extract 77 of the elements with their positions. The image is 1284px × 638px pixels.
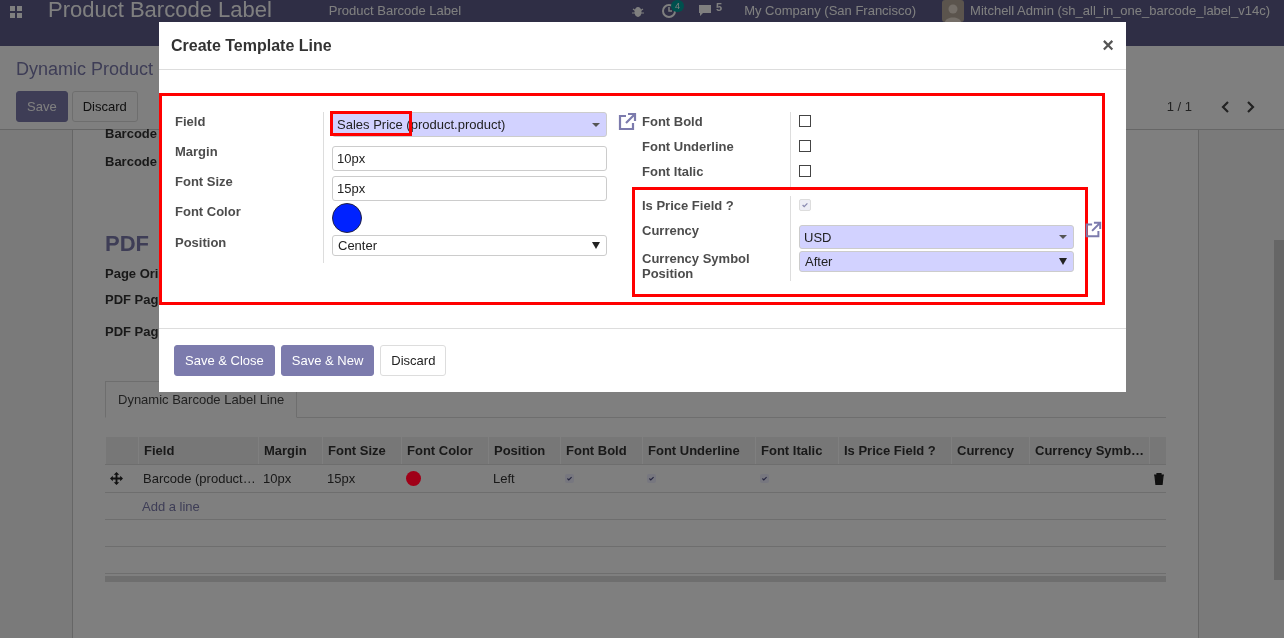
input-field[interactable]: 10px (332, 146, 607, 171)
field-label: Currency Symbol Position (642, 250, 751, 281)
save-button[interactable]: Save & Close (174, 345, 275, 376)
column-header[interactable]: Margin (258, 437, 322, 464)
chevron-right-icon[interactable] (1246, 100, 1256, 113)
table-cell-text: 15px (326, 470, 357, 488)
field-label: Font Size (175, 173, 234, 191)
avatar-icon[interactable] (942, 0, 965, 22)
user-menu[interactable]: Mitchell Admin (sh_all_in_one_barcode_label_v14c) (970, 3, 1270, 18)
field-label: Position (175, 234, 228, 252)
column-header[interactable]: Font Size (322, 437, 401, 464)
column-header[interactable]: Font Color (401, 437, 488, 464)
save-button[interactable]: Save & New (280, 345, 375, 376)
check-icon (648, 475, 655, 482)
chat-icon[interactable] (698, 4, 712, 16)
checkbox[interactable] (760, 474, 769, 483)
trash-icon[interactable] (1154, 472, 1164, 485)
table-cell-text: Left (492, 470, 516, 488)
save-button[interactable]: Save (16, 91, 68, 122)
field-label: Font Color (175, 203, 242, 221)
check-icon (801, 201, 809, 209)
column-header[interactable]: Is Price Field ? (838, 437, 951, 464)
dropdown-field[interactable]: USD (799, 225, 1074, 249)
checkbox[interactable] (799, 140, 811, 152)
caret-icon[interactable] (1059, 258, 1067, 265)
column-header[interactable]: Font Underline (642, 437, 755, 464)
checkbox[interactable] (799, 115, 811, 127)
column-header[interactable]: Font Bold (560, 437, 642, 464)
activity-count-badge: 4 (671, 0, 684, 12)
table-cell-text: 10px (262, 470, 293, 488)
drag-handle-icon[interactable] (110, 472, 123, 485)
select-field[interactable]: Center (332, 235, 607, 256)
field-label: PDF Pag (105, 324, 159, 339)
checkbox[interactable] (565, 474, 574, 483)
activity-icon[interactable] (662, 4, 676, 18)
checkbox[interactable] (647, 474, 656, 483)
external-link-icon[interactable] (617, 112, 637, 132)
field-label: Font Italic (642, 163, 705, 181)
check-icon (761, 475, 768, 482)
check-icon (566, 475, 573, 482)
breadcrumb-title: Dynamic Product (16, 58, 155, 80)
field-label: Barcode (105, 126, 158, 141)
column-header[interactable]: Position (488, 437, 560, 464)
field-label: Font Underline (642, 138, 735, 156)
field-label: PDF Pag (105, 292, 159, 307)
add-line-link[interactable]: Add a line (142, 498, 200, 514)
discard-button[interactable]: Discard (380, 345, 447, 376)
column-header[interactable]: Currency (951, 437, 1029, 464)
bug-icon[interactable] (632, 4, 644, 18)
chevron-left-icon[interactable] (1220, 100, 1230, 113)
field-label: Currency (642, 222, 701, 240)
discard-button[interactable]: Discard (71, 91, 138, 122)
select-field[interactable]: After (799, 251, 1074, 272)
field-label: Barcode (105, 154, 158, 169)
app-title: Product Barcode Label (48, 0, 272, 21)
field-label: Page Ori (105, 266, 159, 281)
table-cell-text: Barcode (product… (142, 470, 257, 488)
apps-menu-icon[interactable] (10, 6, 22, 18)
input-field[interactable]: 15px (332, 176, 607, 201)
pager-value: 1 / 1 (1166, 99, 1192, 114)
column-header[interactable]: Font Italic (755, 437, 838, 464)
field-label: Field (175, 113, 207, 131)
company-switcher[interactable]: My Company (San Francisco) (744, 3, 917, 18)
dialog-title: Create Template Line (171, 36, 333, 55)
field-label: Margin (175, 143, 219, 161)
field-label: Is Price Field ? (642, 197, 735, 215)
field-label: Font Bold (642, 113, 704, 131)
checkbox[interactable] (799, 165, 811, 177)
color-swatch[interactable] (332, 203, 362, 233)
close-button[interactable]: × (1102, 34, 1114, 57)
caret-icon[interactable] (592, 242, 600, 249)
section-title: PDF (105, 231, 149, 257)
column-header[interactable]: Field (138, 437, 258, 464)
menu-item[interactable]: Product Barcode Label (328, 3, 462, 18)
external-link-icon[interactable] (1084, 221, 1102, 239)
message-count: 5 (716, 1, 723, 15)
column-header[interactable]: Currency Symb… (1029, 437, 1149, 464)
